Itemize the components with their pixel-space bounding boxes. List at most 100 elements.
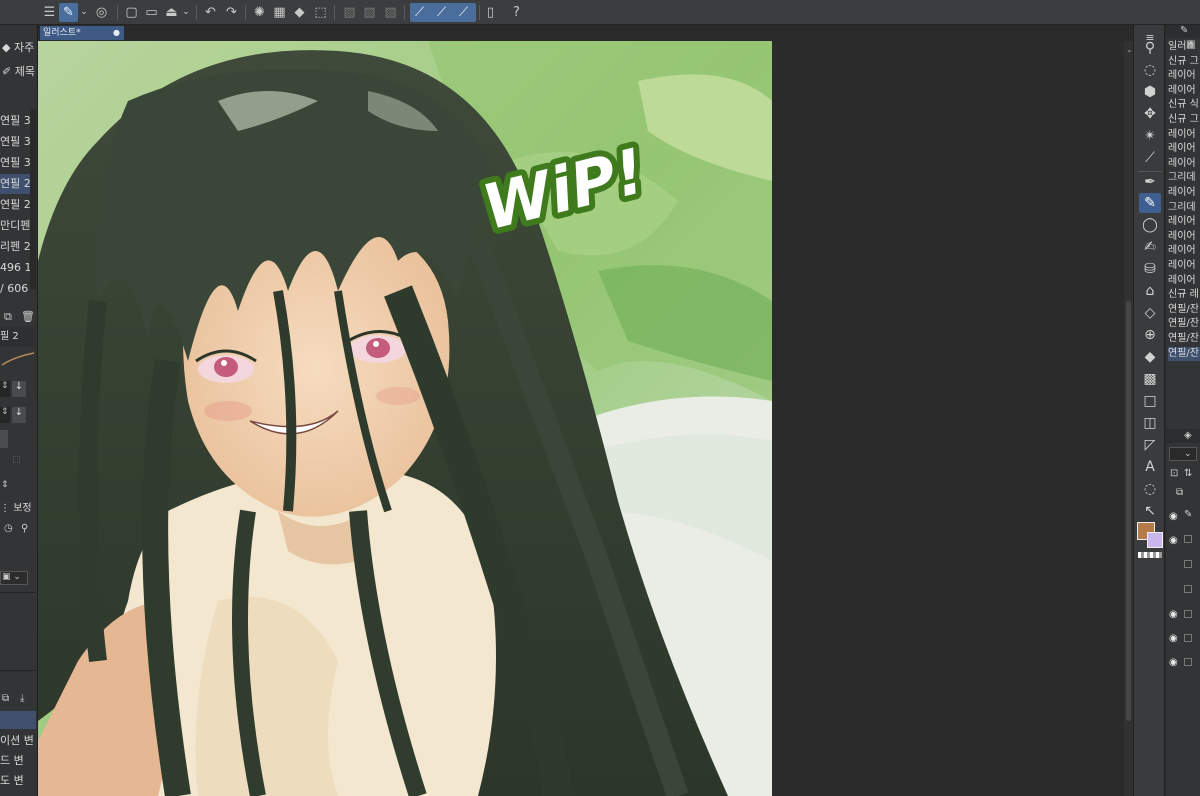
balloon-icon[interactable]: ◌	[1139, 479, 1161, 499]
history-item[interactable]: 연필/잔	[1168, 332, 1200, 346]
gradient-icon[interactable]: ▩	[1139, 369, 1161, 389]
snap-ruler-icon[interactable]: ⟋	[410, 3, 429, 22]
stepper-icon[interactable]: ⇕	[1, 480, 11, 492]
history-item[interactable]: 그리데	[1168, 201, 1200, 215]
sub-color-swatch[interactable]	[1147, 532, 1163, 548]
open-folder-icon[interactable]: ▭	[142, 3, 161, 22]
decoration-icon[interactable]: ⌂	[1139, 281, 1161, 301]
color-field[interactable]	[0, 430, 8, 448]
brush-scrollbar[interactable]	[30, 109, 36, 289]
correct-line-icon[interactable]: ↖	[1139, 501, 1161, 521]
list-item[interactable]: 이션 변	[0, 731, 36, 751]
history-item[interactable]: 레이어	[1168, 69, 1200, 83]
history-item[interactable]: 신규 그	[1168, 55, 1200, 69]
quick-access-icon[interactable]: ✎	[59, 3, 78, 22]
list-item-selected[interactable]	[0, 711, 36, 729]
invert-selection-icon[interactable]: ▧	[360, 3, 379, 22]
eye-icon[interactable]: ◉	[1169, 511, 1181, 523]
close-icon[interactable]: ●	[113, 26, 120, 40]
history-item[interactable]: 레이어	[1168, 215, 1200, 229]
clock-icon[interactable]: ◷	[4, 523, 16, 535]
history-item[interactable]: 레이어	[1168, 244, 1200, 258]
sub-tool-item[interactable]: ◆ 자주	[0, 38, 36, 58]
brush-icon[interactable]: ✍	[1139, 237, 1161, 257]
save-icon[interactable]: ⏏	[162, 3, 181, 22]
history-item[interactable]: 레이어	[1168, 84, 1200, 98]
eye-icon[interactable]: ◉	[1169, 633, 1181, 645]
rotate-view-icon[interactable]: ◌	[1139, 60, 1161, 80]
pencil-icon[interactable]: ✎	[1139, 193, 1161, 213]
scrollbar-thumb[interactable]	[1126, 301, 1131, 721]
transform-icon[interactable]: ⬚	[311, 3, 330, 22]
eye-icon[interactable]: ◉	[1169, 609, 1181, 621]
history-item[interactable]: 레이어	[1168, 274, 1200, 288]
snap-grid-icon[interactable]: ⟋	[454, 3, 473, 22]
history-item[interactable]: 레이어	[1168, 142, 1200, 156]
vertical-scrollbar[interactable]: ⌃	[1124, 41, 1133, 796]
redo-icon[interactable]: ↷	[222, 3, 241, 22]
trash-icon[interactable]: 🗑	[21, 310, 35, 324]
download-icon[interactable]: ↓	[12, 407, 26, 423]
artwork-canvas[interactable]: WiP! WiP!	[38, 41, 772, 796]
history-item[interactable]: 연필/잔	[1168, 303, 1200, 317]
object-operation-icon[interactable]: ⬢	[1139, 82, 1161, 102]
duplicate-icon[interactable]: ⧉	[2, 693, 16, 707]
chevron-up-icon[interactable]: ⌃	[1126, 49, 1133, 59]
eraser-icon[interactable]: ◇	[1139, 303, 1161, 323]
auto-select-icon[interactable]: ✴	[1139, 126, 1161, 146]
history-item[interactable]: 그리데	[1168, 171, 1200, 185]
sub-tool-item[interactable]: ✐ 제목	[0, 62, 36, 82]
history-item[interactable]: 연필/잔	[1168, 317, 1200, 331]
tab-document[interactable]: 일러스트* ●	[40, 26, 124, 40]
export-icon[interactable]: ⤓	[20, 693, 34, 707]
snap-special-ruler-icon[interactable]: ⟋	[432, 3, 451, 22]
blend-select[interactable]: ▣ ⌄	[0, 571, 28, 585]
new-file-icon[interactable]: ▢	[122, 3, 141, 22]
airbrush-icon[interactable]: ⛁	[1139, 259, 1161, 279]
history-item[interactable]: 레이어	[1168, 186, 1200, 200]
history-item[interactable]: 레이어	[1168, 128, 1200, 142]
menu-icon[interactable]: ☰	[40, 3, 59, 22]
lock-icon[interactable]: ⊡	[1170, 468, 1182, 480]
reference-icon[interactable]: ⧉	[1176, 487, 1188, 499]
clear-icon[interactable]: ▦	[270, 3, 289, 22]
stroke-curve-icon[interactable]	[0, 347, 36, 369]
blend-mode-select[interactable]: ⌄	[1169, 447, 1197, 461]
eyedropper-icon[interactable]: ⟋	[1139, 148, 1161, 168]
history-item[interactable]: 신규 식	[1168, 98, 1200, 112]
frame-border-icon[interactable]: ◫	[1139, 413, 1161, 433]
fill-icon[interactable]: ◆	[1139, 347, 1161, 367]
hide-selection-icon[interactable]: ▧	[340, 3, 359, 22]
history-item[interactable]: 일러스	[1168, 40, 1200, 54]
download-icon[interactable]: ↓	[12, 381, 26, 397]
figure-icon[interactable]: □	[1139, 391, 1161, 411]
fill-icon[interactable]: ◆	[290, 3, 309, 22]
history-item[interactable]: 신규 그	[1168, 113, 1200, 127]
eye-icon[interactable]: ◉	[1169, 535, 1181, 547]
search-icon[interactable]: ⚲	[21, 523, 33, 535]
eye-icon[interactable]: ◉	[1169, 657, 1181, 669]
ruler-icon[interactable]: ◸	[1139, 435, 1161, 455]
history-item[interactable]: 신규 레	[1168, 288, 1200, 302]
deselect-icon[interactable]: ✺	[250, 3, 269, 22]
chevron-down-icon[interactable]: ⌄	[79, 3, 89, 22]
zoom-icon[interactable]: ⚲	[1139, 38, 1161, 58]
snap-icon[interactable]: ▨	[381, 3, 400, 22]
blend-icon[interactable]: ⊕	[1139, 325, 1161, 345]
history-item[interactable]: 레이어	[1168, 157, 1200, 171]
chevron-down-icon[interactable]: ⌄	[181, 3, 191, 22]
duplicate-icon[interactable]: ⧉	[4, 310, 18, 324]
history-item[interactable]: 레이어	[1168, 259, 1200, 273]
list-item[interactable]: 드 변	[0, 751, 36, 771]
text-icon[interactable]: A	[1139, 457, 1161, 477]
clip-icon[interactable]: ⇅	[1184, 468, 1196, 480]
help-icon[interactable]: ?	[507, 3, 526, 22]
stepper-icon[interactable]: ⇕	[1, 381, 9, 397]
stepper-icon[interactable]: ⇕	[1, 407, 9, 423]
list-item[interactable]: 도 변	[0, 771, 36, 791]
device-icon[interactable]: ▯	[481, 3, 500, 22]
clip-studio-icon[interactable]: ◎	[92, 3, 111, 22]
history-item[interactable]: 연필/잔	[1168, 346, 1200, 361]
transparent-color-swatch[interactable]	[1138, 552, 1162, 558]
lasso-brush-icon[interactable]: ◯	[1139, 215, 1161, 235]
